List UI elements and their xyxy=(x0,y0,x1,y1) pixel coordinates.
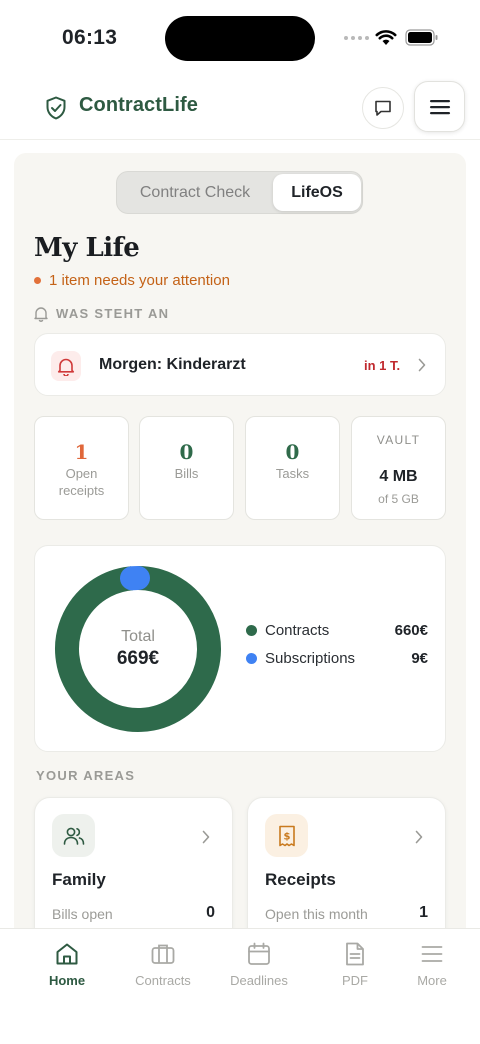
brand-name: ContractLife xyxy=(79,94,198,116)
upcoming-item-title: Morgen: Kinderarzt xyxy=(99,356,246,373)
total-value: 669€ xyxy=(116,648,160,669)
stat-open-receipts[interactable]: 1 Open receipts xyxy=(34,416,129,520)
upcoming-section-label: WAS STEHT AN xyxy=(56,306,170,321)
tab-more[interactable]: More xyxy=(384,941,480,997)
chevron-right-icon xyxy=(415,830,423,844)
total-label: Total xyxy=(121,628,155,645)
calendar-icon xyxy=(248,942,270,965)
legend-item-contracts: Contracts 660€ xyxy=(246,621,428,641)
area-subtitle: Bills open xyxy=(52,906,113,922)
legend-value: 9€ xyxy=(411,650,428,667)
area-subtitle: Open this month xyxy=(265,906,368,922)
menu-button[interactable] xyxy=(414,81,465,132)
hamburger-icon xyxy=(429,99,450,114)
spending-summary-card: Total 669€ Contracts 660€ Subscriptions … xyxy=(34,545,446,752)
chevron-right-icon xyxy=(418,358,426,372)
bell-icon xyxy=(34,307,48,322)
upcoming-item-due: in 1 T. xyxy=(364,358,401,373)
bell-alert-icon xyxy=(57,358,75,376)
battery-icon xyxy=(405,29,438,46)
stat-value: 0 xyxy=(179,440,194,464)
tab-home[interactable]: Home xyxy=(19,941,115,997)
stat-bills[interactable]: 0 Bills xyxy=(139,416,234,520)
legend-item-subscriptions: Subscriptions 9€ xyxy=(246,649,428,669)
status-time: 06:13 xyxy=(62,26,118,49)
dynamic-island xyxy=(165,16,315,61)
attention-text: 1 item needs your attention xyxy=(49,272,230,289)
stat-value: 1 xyxy=(74,440,89,464)
legend-name: Contracts xyxy=(265,622,330,639)
signal-icon xyxy=(344,36,369,40)
upcoming-item[interactable]: Morgen: Kinderarzt in 1 T. xyxy=(34,333,446,396)
app-header: ContractLife xyxy=(0,78,480,140)
receipt-icon: $ xyxy=(278,825,295,846)
area-count: 0 xyxy=(206,904,215,921)
area-card-receipts[interactable]: $ Receipts Open this month 1 xyxy=(247,797,446,928)
briefcase-icon xyxy=(151,944,175,964)
attention-notice: 1 item needs your attention xyxy=(34,272,230,289)
chat-icon xyxy=(375,100,391,116)
vault-usage: 4 MB xyxy=(379,468,418,485)
segment-lifeos[interactable]: LifeOS xyxy=(273,174,361,211)
stat-label: Tasks xyxy=(275,466,310,481)
area-title: Family xyxy=(52,870,106,889)
tab-label: Deadlines xyxy=(230,973,288,988)
segment-contract-check[interactable]: Contract Check xyxy=(117,172,273,213)
area-card-family[interactable]: Family Bills open 0 xyxy=(34,797,233,928)
area-title: Receipts xyxy=(265,870,336,889)
chat-button[interactable] xyxy=(362,87,404,129)
stat-tasks[interactable]: 0 Tasks xyxy=(245,416,340,520)
page-title: My Life xyxy=(34,233,140,263)
legend-name: Subscriptions xyxy=(265,650,356,667)
area-icon-box: $ xyxy=(265,814,308,857)
status-bar: 06:13 xyxy=(0,0,480,78)
attention-dot xyxy=(34,277,41,284)
svg-text:$: $ xyxy=(283,831,290,842)
mode-segmented-control: Contract Check LifeOS xyxy=(116,171,363,214)
tab-label: Contracts xyxy=(135,973,191,988)
tab-label: More xyxy=(417,973,447,988)
menu-icon xyxy=(421,946,443,962)
vault-label: VAULT xyxy=(376,433,421,447)
area-icon-box xyxy=(52,814,95,857)
people-icon xyxy=(63,827,84,845)
home-icon xyxy=(56,943,78,965)
document-icon xyxy=(346,942,364,966)
main-panel: Contract Check LifeOS My Life 1 item nee… xyxy=(14,153,466,928)
tab-contracts[interactable]: Contracts xyxy=(115,941,211,997)
stat-value: 0 xyxy=(285,440,300,464)
bottom-tab-bar: Home Contracts Deadlines PDF More xyxy=(0,928,480,1044)
tab-label: Home xyxy=(48,973,86,988)
stat-vault[interactable]: VAULT 4 MB of 5 GB xyxy=(351,416,446,520)
legend-dot xyxy=(246,625,257,636)
shield-check-icon xyxy=(46,96,66,120)
area-count: 1 xyxy=(419,904,428,921)
chevron-right-icon xyxy=(202,830,210,844)
wifi-icon xyxy=(375,30,397,45)
stat-label: Bills xyxy=(174,466,199,481)
tab-deadlines[interactable]: Deadlines xyxy=(211,941,307,997)
stat-label: Open receipts xyxy=(58,466,105,498)
reminder-icon-box xyxy=(51,351,81,381)
vault-capacity: of 5 GB xyxy=(378,492,419,506)
legend-value: 660€ xyxy=(394,622,428,639)
legend-dot xyxy=(246,653,257,664)
areas-section-label: YOUR AREAS xyxy=(36,768,136,783)
